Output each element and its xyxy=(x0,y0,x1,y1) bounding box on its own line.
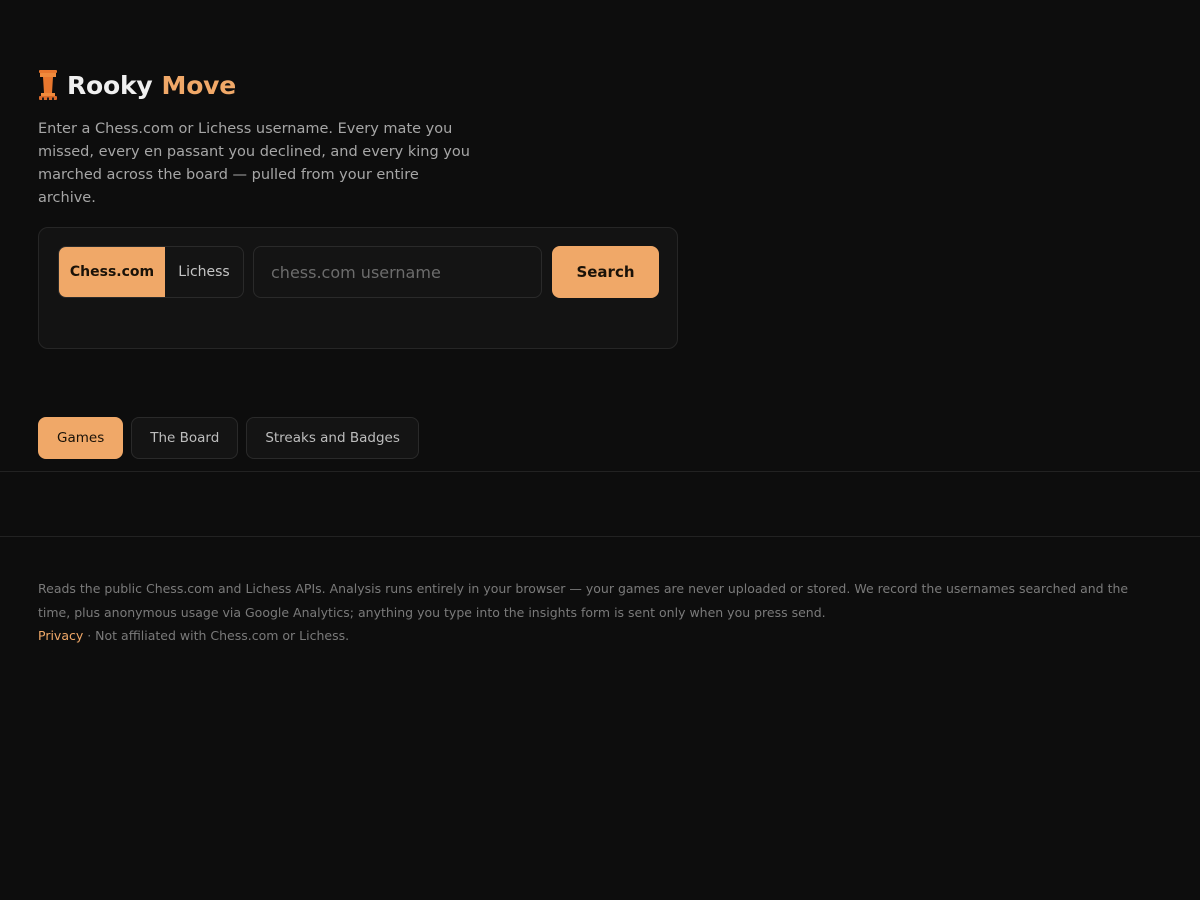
rook-icon xyxy=(39,70,57,100)
username-input[interactable] xyxy=(253,246,542,298)
brand-accent: Move xyxy=(161,70,237,100)
search-button[interactable]: Search xyxy=(552,246,659,298)
view-tabs: Games The Board Streaks and Badges xyxy=(38,417,419,459)
platform-selector: Chess.com Lichess xyxy=(58,246,244,298)
platform-lichess-button[interactable]: Lichess xyxy=(165,247,243,297)
footer: Reads the public Chess.com and Lichess A… xyxy=(38,577,1148,648)
footer-divider xyxy=(0,536,1200,537)
search-card: Chess.com Lichess Search xyxy=(38,227,678,349)
brand-logo: Rooky Move xyxy=(38,68,236,102)
tagline: Enter a Chess.com or Lichess username. E… xyxy=(38,121,470,206)
tab-the-board[interactable]: The Board xyxy=(131,417,239,459)
footer-notice: Reads the public Chess.com and Lichess A… xyxy=(38,581,1129,620)
footer-links: Privacy · Not affiliated with Chess.com … xyxy=(38,624,1148,648)
tab-streaks-and-badges[interactable]: Streaks and Badges xyxy=(246,417,419,459)
tabs-divider xyxy=(0,471,1200,472)
app-root: Rooky Move Enter a Chess.com or Lichess … xyxy=(0,0,1200,900)
brand-name: Rooky xyxy=(67,70,153,100)
footer-disclaimer: · Not affiliated with Chess.com or Liche… xyxy=(83,628,350,643)
privacy-link[interactable]: Privacy xyxy=(38,628,83,643)
platform-chesscom-button[interactable]: Chess.com xyxy=(59,247,165,297)
tab-games[interactable]: Games xyxy=(38,417,124,459)
